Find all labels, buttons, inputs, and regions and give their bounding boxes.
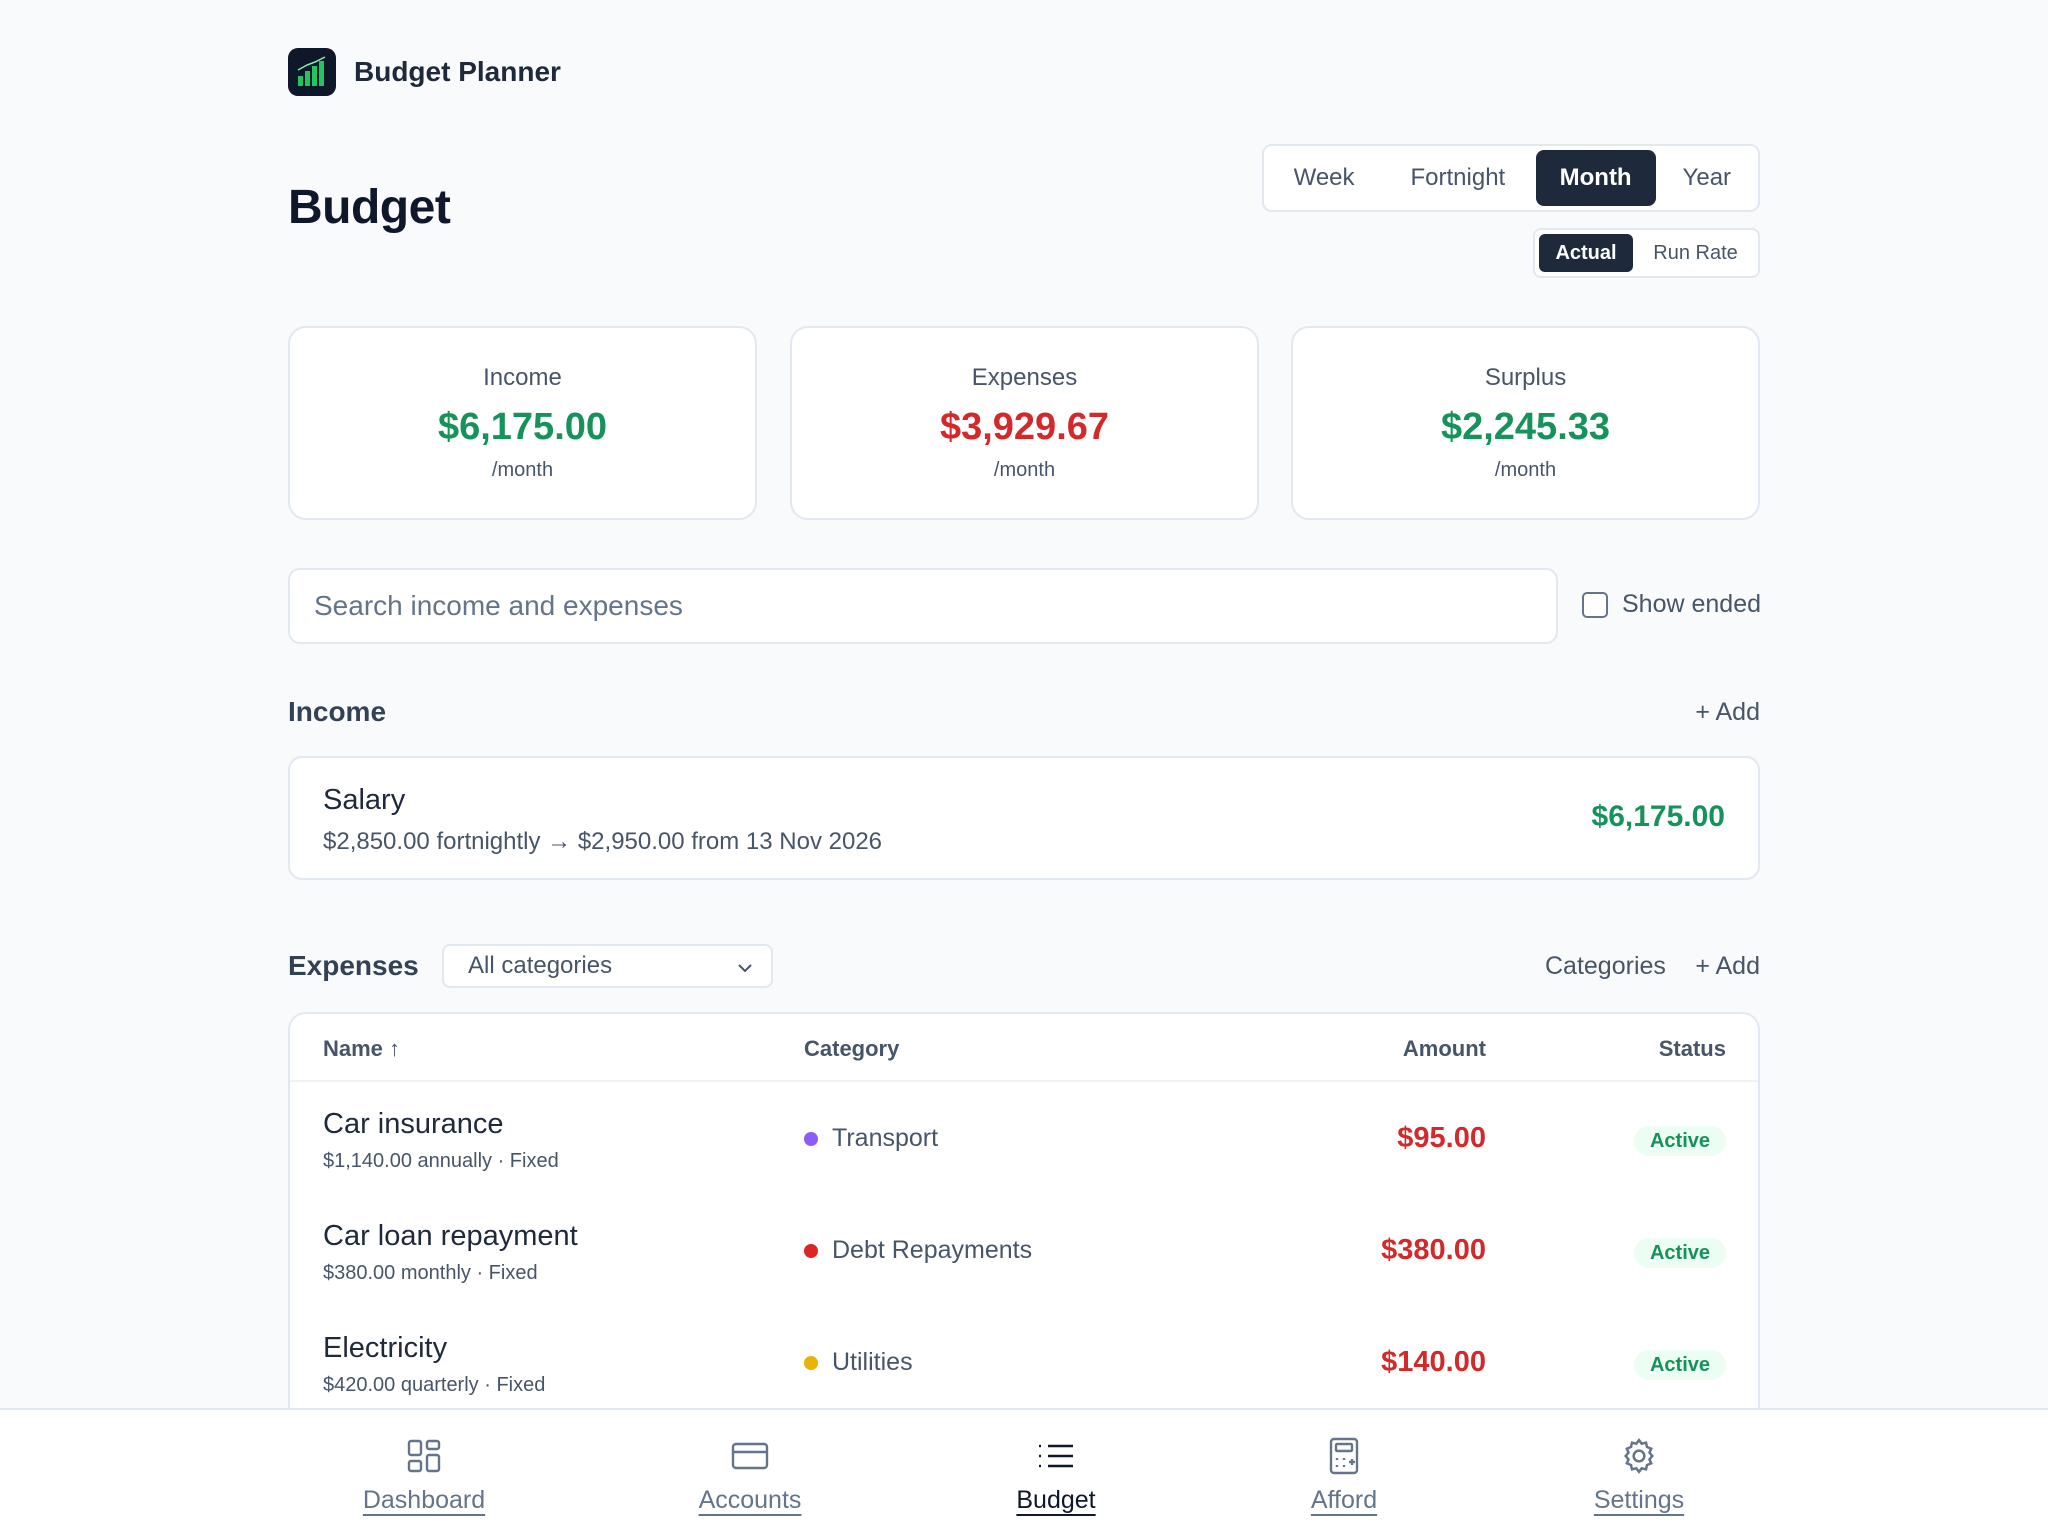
calculator-icon <box>1328 1436 1360 1476</box>
card-label: Surplus <box>1484 364 1567 391</box>
name-column-header[interactable]: Name ↑ <box>323 1036 400 1062</box>
bottom-nav: Dashboard Accounts Budget Afford Setting… <box>0 1408 2048 1536</box>
nav-afford[interactable]: Afford <box>1234 1410 1454 1536</box>
expenses-section-title: Expenses <box>288 950 419 981</box>
category-column-header[interactable]: Category <box>804 1036 899 1062</box>
show-ended-label: Show ended <box>1622 590 1762 618</box>
table-row[interactable]: Car insurance $1,140.00 annually · Fixed… <box>290 1082 1758 1194</box>
app-title: Budget Planner <box>354 56 561 87</box>
expense-name: Car insurance <box>323 1108 504 1140</box>
period-week-button[interactable]: Week <box>1268 150 1380 206</box>
amount-column-header[interactable]: Amount <box>1403 1036 1486 1062</box>
categories-link[interactable]: Categories <box>1545 952 1666 981</box>
period-month-button[interactable]: Month <box>1535 150 1656 206</box>
status-badge: Active <box>1633 1238 1726 1268</box>
page-title: Budget <box>288 181 451 234</box>
nav-settings[interactable]: Settings <box>1529 1410 1749 1536</box>
status-badge: Active <box>1633 1126 1726 1156</box>
category-dot <box>804 1131 818 1146</box>
card-label: Expenses <box>971 364 1078 391</box>
card-unit: /month <box>993 459 1056 481</box>
card-value: $3,929.67 <box>939 406 1110 448</box>
mode-run-rate-button[interactable]: Run Rate <box>1637 234 1754 272</box>
expense-name: Car loan repayment <box>323 1220 578 1252</box>
show-ended-toggle[interactable]: Show ended <box>1582 590 1761 619</box>
nav-label: Dashboard <box>362 1486 486 1514</box>
status-badge: Active <box>1633 1350 1726 1380</box>
expense-name: Electricity <box>323 1332 448 1364</box>
search-input[interactable] <box>288 568 1558 644</box>
category-filter-select[interactable]: All categories <box>442 944 773 988</box>
period-toggle: Week Fortnight Month Year <box>1262 144 1760 212</box>
mode-actual-button[interactable]: Actual <box>1539 234 1633 272</box>
card-value: $6,175.00 <box>437 406 608 448</box>
nav-accounts[interactable]: Accounts <box>640 1410 860 1536</box>
expense-amount: $140.00 <box>1381 1346 1486 1378</box>
table-row[interactable]: Electricity $420.00 quarterly · Fixed Ut… <box>290 1306 1758 1418</box>
surplus-summary-card: Surplus $2,245.33 /month <box>1291 326 1760 520</box>
status-column-header[interactable]: Status <box>1659 1036 1726 1062</box>
expense-category: Transport <box>804 1124 938 1153</box>
income-item[interactable]: Salary $2,850.00 fortnightly → $2,950.00… <box>288 756 1760 880</box>
expenses-summary-card: Expenses $3,929.67 /month <box>790 326 1259 520</box>
nav-label: Accounts <box>698 1486 802 1514</box>
card-unit: /month <box>491 459 554 481</box>
nav-budget[interactable]: Budget <box>946 1410 1166 1536</box>
card-label: Income <box>483 364 562 391</box>
nav-label: Budget <box>1016 1486 1096 1514</box>
list-icon <box>1037 1436 1075 1476</box>
expense-amount: $380.00 <box>1381 1234 1486 1266</box>
card-unit: /month <box>1494 459 1557 481</box>
category-label: Debt Repayments <box>832 1236 1033 1264</box>
nav-dashboard[interactable]: Dashboard <box>314 1410 534 1536</box>
dashboard-icon <box>406 1436 442 1476</box>
period-fortnight-button[interactable]: Fortnight <box>1384 150 1532 206</box>
add-expense-button[interactable]: + Add <box>1695 952 1760 981</box>
nav-label: Afford <box>1310 1486 1378 1514</box>
chevron-down-icon <box>738 964 752 973</box>
period-year-button[interactable]: Year <box>1660 150 1754 206</box>
card-icon <box>731 1436 769 1476</box>
category-label: Transport <box>832 1124 939 1152</box>
expense-detail: $420.00 quarterly · Fixed <box>323 1374 546 1396</box>
category-dot <box>804 1355 818 1370</box>
income-item-amount: $6,175.00 <box>1591 800 1725 833</box>
table-header: Name ↑ Category Amount Status <box>290 1014 1758 1082</box>
gear-icon <box>1619 1436 1659 1476</box>
expense-detail: $380.00 monthly · Fixed <box>323 1262 538 1284</box>
income-item-detail: $2,850.00 fortnightly → $2,950.00 from 1… <box>323 828 883 855</box>
income-summary-card: Income $6,175.00 /month <box>288 326 757 520</box>
expense-category: Debt Repayments <box>804 1236 1032 1265</box>
income-item-name: Salary <box>323 784 406 816</box>
add-income-button[interactable]: + Add <box>1695 698 1760 727</box>
budget-page: Budget Planner Budget Week Fortnight Mon… <box>0 0 2048 1536</box>
mode-toggle: Actual Run Rate <box>1533 228 1760 278</box>
card-value: $2,245.33 <box>1440 406 1611 448</box>
category-dot <box>804 1243 818 1258</box>
table-row[interactable]: Car loan repayment $380.00 monthly · Fix… <box>290 1194 1758 1306</box>
expense-amount: $95.00 <box>1397 1122 1486 1154</box>
show-ended-checkbox[interactable] <box>1582 591 1608 618</box>
expense-detail: $1,140.00 annually · Fixed <box>323 1150 559 1172</box>
income-section-title: Income <box>288 696 387 727</box>
category-label: Utilities <box>832 1348 913 1376</box>
nav-label: Settings <box>1593 1486 1685 1514</box>
expense-category: Utilities <box>804 1348 913 1377</box>
category-filter-value: All categories <box>468 952 613 979</box>
bar-chart-icon <box>288 48 336 96</box>
app-header: Budget Planner <box>288 48 561 96</box>
